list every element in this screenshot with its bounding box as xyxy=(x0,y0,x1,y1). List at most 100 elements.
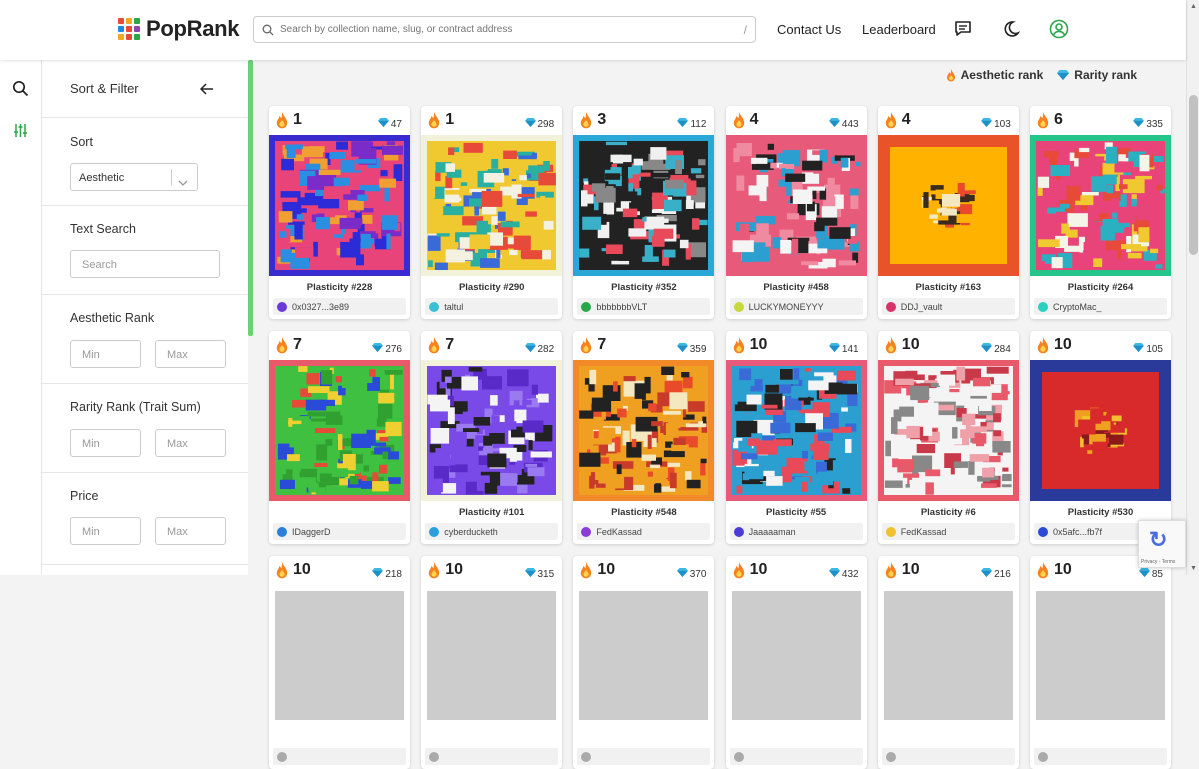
nft-name[interactable]: Plasticity #228 xyxy=(269,282,410,293)
owner-chip[interactable]: DDJ_vault xyxy=(881,298,1015,315)
nft-card[interactable]: 10 141 Plasticity #55 Jaaaaaman xyxy=(725,331,867,544)
owner-chip[interactable]: IDaggerD xyxy=(273,523,406,540)
nft-card[interactable]: 10 105 Plasticity #530 0x5afc...fb7f xyxy=(1030,331,1171,544)
aesthetic-rank-value: 6 xyxy=(1054,111,1063,128)
nft-card[interactable]: 7 282 Plasticity #101 cyberducketh xyxy=(421,331,563,544)
nft-card[interactable]: 4 103 Plasticity #163 DDJ_vault xyxy=(877,106,1019,319)
nft-card[interactable]: 10 370 xyxy=(573,556,715,769)
aesthetic-rank-value: 10 xyxy=(293,561,311,578)
nft-artwork-image[interactable] xyxy=(421,585,563,726)
leaderboard-link[interactable]: Leaderboard xyxy=(862,22,936,37)
nft-name[interactable]: Plasticity #548 xyxy=(573,507,714,518)
owner-name: CryptoMac_ xyxy=(1053,301,1102,312)
nft-artwork-image[interactable] xyxy=(573,360,715,501)
nft-name[interactable]: Plasticity #530 xyxy=(1030,507,1171,518)
nft-artwork-image[interactable] xyxy=(1030,135,1171,276)
nft-name[interactable]: Plasticity #6 xyxy=(878,507,1019,518)
owner-chip[interactable] xyxy=(1034,748,1167,765)
filter-sliders-icon[interactable] xyxy=(13,123,28,143)
nft-name[interactable]: Plasticity #163 xyxy=(878,282,1019,293)
nft-artwork-image[interactable] xyxy=(573,585,715,726)
card-header: 10 141 xyxy=(726,331,867,360)
nft-card[interactable]: 10 216 xyxy=(877,556,1019,769)
global-search-bar[interactable]: / xyxy=(253,16,756,43)
nft-name[interactable]: Plasticity #55 xyxy=(726,507,867,518)
owner-chip[interactable] xyxy=(577,748,711,765)
search-icon[interactable] xyxy=(12,80,29,102)
global-search-input[interactable] xyxy=(280,24,744,35)
nft-card[interactable]: 10 432 xyxy=(725,556,867,769)
scrollbar-thumb[interactable] xyxy=(1189,95,1198,255)
owner-chip[interactable] xyxy=(881,748,1015,765)
flame-icon xyxy=(427,112,441,134)
nft-card[interactable]: 10 315 xyxy=(421,556,563,769)
owner-chip[interactable]: 0x0327...3e89 xyxy=(273,298,406,315)
scroll-down-arrow-icon[interactable]: ▼ xyxy=(1190,565,1197,572)
nft-artwork-image[interactable] xyxy=(725,360,867,501)
nft-card[interactable]: 4 443 Plasticity #458 LUCKYMONEYYY xyxy=(725,106,867,319)
price-max-input[interactable]: Max xyxy=(155,517,226,545)
nft-name[interactable]: Plasticity #352 xyxy=(573,282,714,293)
nft-card[interactable]: 10 218 xyxy=(269,556,410,769)
aesthetic-min-input[interactable]: Min xyxy=(70,340,141,368)
owner-chip[interactable]: bbbbbbbVLT xyxy=(577,298,711,315)
nft-name[interactable]: Plasticity #290 xyxy=(421,282,562,293)
rarity-min-input[interactable]: Min xyxy=(70,429,141,457)
aesthetic-max-input[interactable]: Max xyxy=(155,340,226,368)
nft-artwork-image[interactable] xyxy=(1030,585,1171,726)
sort-select[interactable]: Aesthetic xyxy=(70,163,198,191)
owner-chip[interactable] xyxy=(729,748,863,765)
dark-mode-moon-icon[interactable] xyxy=(1001,19,1021,39)
nft-card[interactable]: 10 85 xyxy=(1030,556,1171,769)
nft-card[interactable]: 7 276 IDaggerD xyxy=(269,331,410,544)
nft-card[interactable]: 3 112 Plasticity #352 bbbbbbbVLT xyxy=(573,106,715,319)
nft-card[interactable]: 7 359 Plasticity #548 FedKassad xyxy=(573,331,715,544)
nft-artwork-image[interactable] xyxy=(1030,360,1171,501)
poprank-logo[interactable]: PopRank xyxy=(118,16,240,42)
collapse-arrow-icon[interactable] xyxy=(199,82,214,100)
owner-chip[interactable]: LUCKYMONEYYY xyxy=(729,298,863,315)
rarity-max-input[interactable]: Max xyxy=(155,429,226,457)
rarity-rank-badge: 276 xyxy=(372,343,402,355)
nft-name[interactable]: Plasticity #458 xyxy=(726,282,867,293)
rarity-rank-badge: 335 xyxy=(1133,118,1163,130)
nft-card[interactable]: 1 298 Plasticity #290 taltul xyxy=(421,106,563,319)
nft-artwork-image[interactable] xyxy=(269,135,410,276)
nft-artwork-image[interactable] xyxy=(421,360,563,501)
text-search-input[interactable]: Search xyxy=(70,250,220,278)
owner-name: taltul xyxy=(444,301,464,312)
owner-chip[interactable]: FedKassad xyxy=(577,523,711,540)
owner-chip[interactable]: taltul xyxy=(425,298,559,315)
nft-artwork-image[interactable] xyxy=(725,135,867,276)
nft-card[interactable]: 6 335 Plasticity #264 CryptoMac_ xyxy=(1030,106,1171,319)
nft-artwork-image[interactable] xyxy=(725,585,867,726)
nft-name[interactable]: Plasticity #101 xyxy=(421,507,562,518)
scroll-up-arrow-icon[interactable]: ▲ xyxy=(1190,3,1197,10)
contact-us-link[interactable]: Contact Us xyxy=(777,22,841,37)
price-min-input[interactable]: Min xyxy=(70,517,141,545)
nft-artwork-image[interactable] xyxy=(269,585,410,726)
nft-artwork-image[interactable] xyxy=(421,135,563,276)
owner-chip[interactable]: CryptoMac_ xyxy=(1034,298,1167,315)
recaptcha-badge[interactable]: ↻ Privacy - Terms xyxy=(1138,520,1186,568)
owner-chip[interactable] xyxy=(273,748,406,765)
user-profile-icon[interactable] xyxy=(1049,19,1069,39)
owner-chip[interactable]: cyberducketh xyxy=(425,523,559,540)
avatar xyxy=(733,301,744,312)
owner-chip[interactable] xyxy=(425,748,559,765)
nft-name[interactable]: Plasticity #264 xyxy=(1030,282,1171,293)
nft-card[interactable]: 10 284 Plasticity #6 FedKassad xyxy=(877,331,1019,544)
nft-artwork-image[interactable] xyxy=(877,360,1019,501)
owner-chip[interactable]: Jaaaaaman xyxy=(729,523,863,540)
nft-card[interactable]: 1 47 Plasticity #228 0x0327...3e89 xyxy=(269,106,410,319)
page-scrollbar[interactable]: ▲ ▼ xyxy=(1186,0,1199,575)
owner-chip[interactable]: FedKassad xyxy=(881,523,1015,540)
feedback-icon[interactable] xyxy=(953,19,973,39)
nft-artwork-image[interactable] xyxy=(573,135,715,276)
nft-artwork-image[interactable] xyxy=(269,360,410,501)
nft-artwork-image[interactable] xyxy=(877,135,1019,276)
flame-icon xyxy=(579,337,593,359)
rarity-rank-badge: 282 xyxy=(524,343,554,355)
nft-artwork-image[interactable] xyxy=(877,585,1019,726)
aesthetic-rank-value: 10 xyxy=(901,336,920,353)
